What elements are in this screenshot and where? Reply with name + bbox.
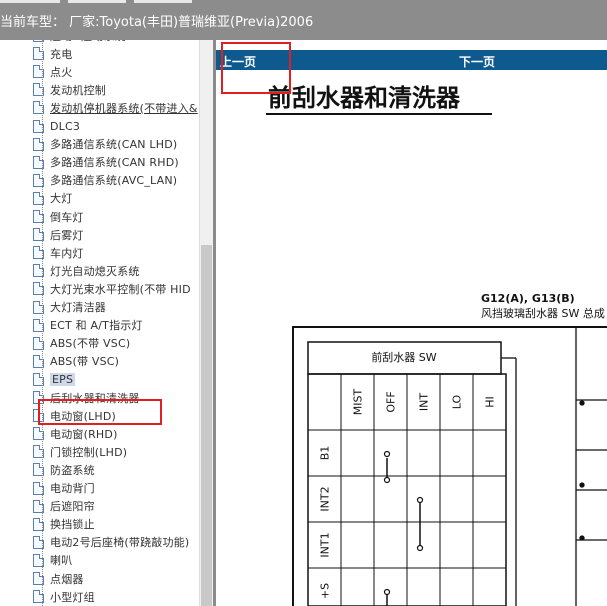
sidebar-item[interactable]: 充电 (33, 45, 203, 62)
table-grid (307, 373, 507, 606)
sidebar-item[interactable]: ABS(不带 VSC) (33, 335, 203, 352)
sidebar-item-label: 后刮水器和清洗器 (50, 391, 140, 405)
sidebar-item-label: 灯光自动熄灭系统 (50, 264, 140, 278)
sidebar-item[interactable]: 车内灯 (33, 244, 203, 261)
sidebar-item[interactable]: 电动背门 (33, 480, 203, 497)
sidebar-item-label: 后雾灯 (50, 228, 84, 242)
sidebar-item[interactable]: 后刮水器和清洗器 (33, 389, 203, 406)
sidebar-item[interactable]: 门锁控制(LHD) (33, 443, 203, 460)
sidebar-item[interactable]: 点烟器 (33, 570, 203, 587)
sidebar-item[interactable]: 换挡锁止 (33, 516, 203, 533)
sidebar-tree: 起动&起动系统充电点火发动机控制发动机停机器系统(不带进入&DLC3 多路通信系统… (0, 40, 213, 606)
sidebar-item-label: 点烟器 (50, 572, 84, 586)
wiring-lines (501, 327, 607, 606)
sidebar-item-label: EPS (50, 372, 76, 386)
sidebar-item[interactable]: 电动窗(RHD) (33, 425, 203, 442)
column-label: OFF (385, 391, 398, 412)
sidebar-item-label: 后遮阳帘 (50, 500, 95, 514)
sidebar-item[interactable]: 多路通信系统(CAN RHD) (33, 154, 203, 171)
sidebar-item[interactable]: 后雾灯 (33, 226, 203, 243)
sidebar-item-label: 换挡锁止 (50, 518, 95, 532)
scrollbar-thumb[interactable] (201, 245, 212, 606)
sidebar-item[interactable]: 大灯清洁器 (33, 299, 203, 316)
row-label: INT2 (319, 486, 332, 511)
sidebar-item[interactable]: 倒车灯 (33, 208, 203, 225)
column-label: MIST (352, 389, 365, 416)
sidebar-item-label: ABS(不带 VSC) (50, 337, 131, 351)
column-label: HI (484, 396, 497, 408)
sidebar-item-label: 电动窗(LHD) (50, 409, 117, 423)
column-label: LO (451, 394, 464, 409)
sidebar-item-label: 大灯清洁器 (50, 301, 106, 314)
top-bar: 当前车型： 厂家:Toyota(丰田)普瑞维亚(Previa)2006 (0, 0, 607, 40)
sidebar-item-label: ABS(带 VSC) (50, 355, 120, 369)
sidebar-item-label: 多路通信系统(CAN RHD) (50, 156, 179, 170)
sidebar-item[interactable]: 防盗系统 (33, 461, 203, 478)
sidebar-item[interactable]: DLC3 (33, 118, 203, 135)
sidebar-item[interactable]: 喇叭 (33, 552, 203, 569)
diagram-outer-border (292, 326, 607, 606)
sidebar-item-label: 充电 (50, 47, 73, 61)
sidebar-item[interactable]: 电动窗(LHD) (33, 407, 203, 424)
topbar-tab-strip (0, 0, 607, 4)
sidebar-item[interactable]: EPS (33, 371, 203, 388)
sidebar-item-label: 大灯光束水平控制(不带 HID (50, 282, 191, 296)
sidebar-item-label: 门锁控制(LHD) (50, 445, 128, 459)
sidebar-item[interactable]: 电动2号后座椅(带跷敲功能) (33, 534, 203, 551)
sidebar-item-label: 电动背门 (50, 482, 95, 495)
sidebar-item[interactable]: 点火 (33, 63, 203, 80)
sidebar-item[interactable]: 发动机停机器系统(不带进入& (33, 99, 203, 116)
sidebar-item[interactable]: ABS(带 VSC) (33, 353, 203, 370)
current-car-label: 当前车型： 厂家:Toyota(丰田)普瑞维亚(Previa)2006 (0, 15, 314, 30)
sidebar-item[interactable]: 多路通信系统(CAN LHD) (33, 136, 203, 153)
switch-diagram: 前刮水器 SW MIST OFF INT LO HI B1 INT2 INT1 +S (292, 326, 607, 606)
sidebar-item-label: ECT 和 A/T指示灯 (50, 319, 143, 333)
row-label: +S (319, 583, 332, 599)
table-column-labels: MIST OFF INT LO HI (352, 389, 497, 416)
sidebar-item-label: 电动2号后座椅(带跷敲功能) (50, 536, 190, 550)
sidebar-item-label: 多路通信系统(CAN LHD) (50, 138, 178, 152)
sidebar-item[interactable]: 后遮阳帘 (33, 498, 203, 515)
sidebar-item-label: 发动机停机器系统(不带进入& (50, 101, 198, 115)
row-label: B1 (319, 446, 332, 461)
tree-connector-line (42, 40, 43, 606)
column-label: INT (418, 393, 431, 411)
sidebar-item-label: 起动&起动系统 (50, 40, 126, 44)
sidebar-item-label: 防盗系统 (50, 463, 95, 477)
sidebar-item-label: 小型灯组 (50, 590, 95, 604)
sidebar-item-label: 车内灯 (50, 246, 84, 260)
sidebar-item[interactable]: 大灯光束水平控制(不带 HID (33, 280, 203, 297)
sidebar-item[interactable]: 多路通信系统(AVC_LAN) (33, 172, 203, 189)
sidebar-item-label: 倒车灯 (50, 210, 84, 224)
table-header-text: 前刮水器 SW (371, 350, 436, 364)
sidebar-item-label: 点火 (50, 65, 73, 79)
sidebar-item-label: 电动窗(RHD) (50, 427, 118, 441)
sidebar-item[interactable]: 大灯 (33, 190, 203, 207)
sidebar-item[interactable]: 小型灯组 (33, 588, 203, 605)
switch-contacts (383, 450, 424, 606)
sidebar-item-label: 发动机控制 (50, 83, 106, 97)
sidebar-item-label: DLC3 (50, 119, 81, 133)
sidebar-item-label: 多路通信系统(AVC_LAN) (50, 174, 178, 188)
sidebar-item-label: 喇叭 (50, 554, 73, 568)
sidebar-item[interactable]: 发动机控制 (33, 81, 203, 98)
sidebar-item-label: 大灯 (50, 192, 73, 206)
sidebar-scrollbar[interactable] (199, 40, 213, 606)
sidebar-item[interactable]: ECT 和 A/T指示灯 (33, 317, 203, 334)
sidebar-item[interactable]: 灯光自动熄灭系统 (33, 262, 203, 279)
content-pane: 上一页 下一页 前刮水器和清洗器 G12(A), G13(B) 风挡玻璃刮水器 … (216, 40, 607, 606)
row-label: INT1 (319, 532, 332, 557)
sidebar-item[interactable]: 起动&起动系统 (33, 40, 203, 44)
